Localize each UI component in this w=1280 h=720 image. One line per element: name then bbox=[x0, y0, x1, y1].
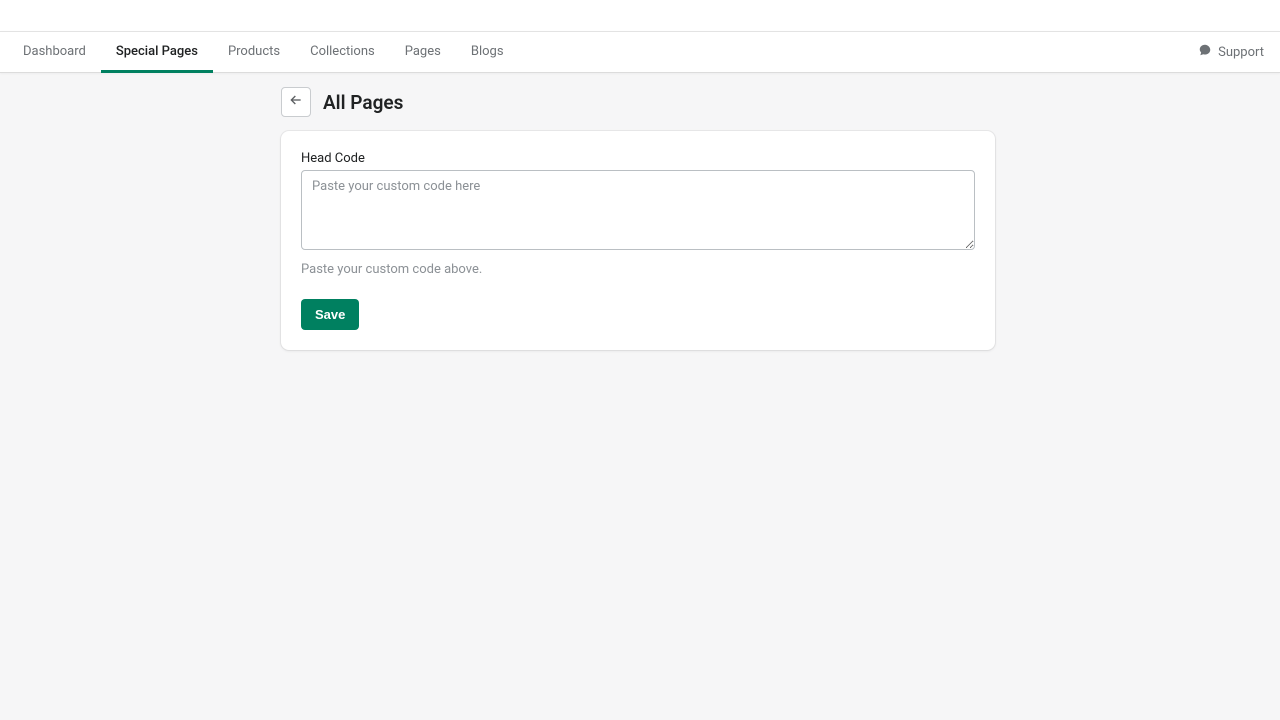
tab-dashboard[interactable]: Dashboard bbox=[8, 33, 101, 73]
tab-special-pages[interactable]: Special Pages bbox=[101, 33, 213, 73]
tab-collections[interactable]: Collections bbox=[295, 33, 390, 73]
tab-products[interactable]: Products bbox=[213, 33, 295, 73]
arrow-left-icon bbox=[288, 92, 304, 112]
head-code-card: Head Code Paste your custom code above. … bbox=[281, 131, 995, 350]
chat-icon bbox=[1198, 43, 1212, 61]
main-navbar: Dashboard Special Pages Products Collect… bbox=[0, 31, 1280, 73]
page-body: All Pages Head Code Paste your custom co… bbox=[0, 73, 1280, 720]
head-code-textarea[interactable] bbox=[301, 170, 975, 250]
head-code-help: Paste your custom code above. bbox=[301, 262, 975, 277]
nav-tabs: Dashboard Special Pages Products Collect… bbox=[8, 32, 519, 72]
head-code-label: Head Code bbox=[301, 151, 975, 166]
tab-pages[interactable]: Pages bbox=[390, 33, 456, 73]
save-button[interactable]: Save bbox=[301, 299, 359, 330]
support-link[interactable]: Support bbox=[1194, 32, 1268, 72]
tab-blogs[interactable]: Blogs bbox=[456, 33, 519, 73]
support-label: Support bbox=[1218, 45, 1264, 60]
back-button[interactable] bbox=[281, 87, 311, 117]
title-row: All Pages bbox=[281, 87, 995, 117]
page-title: All Pages bbox=[323, 91, 403, 114]
